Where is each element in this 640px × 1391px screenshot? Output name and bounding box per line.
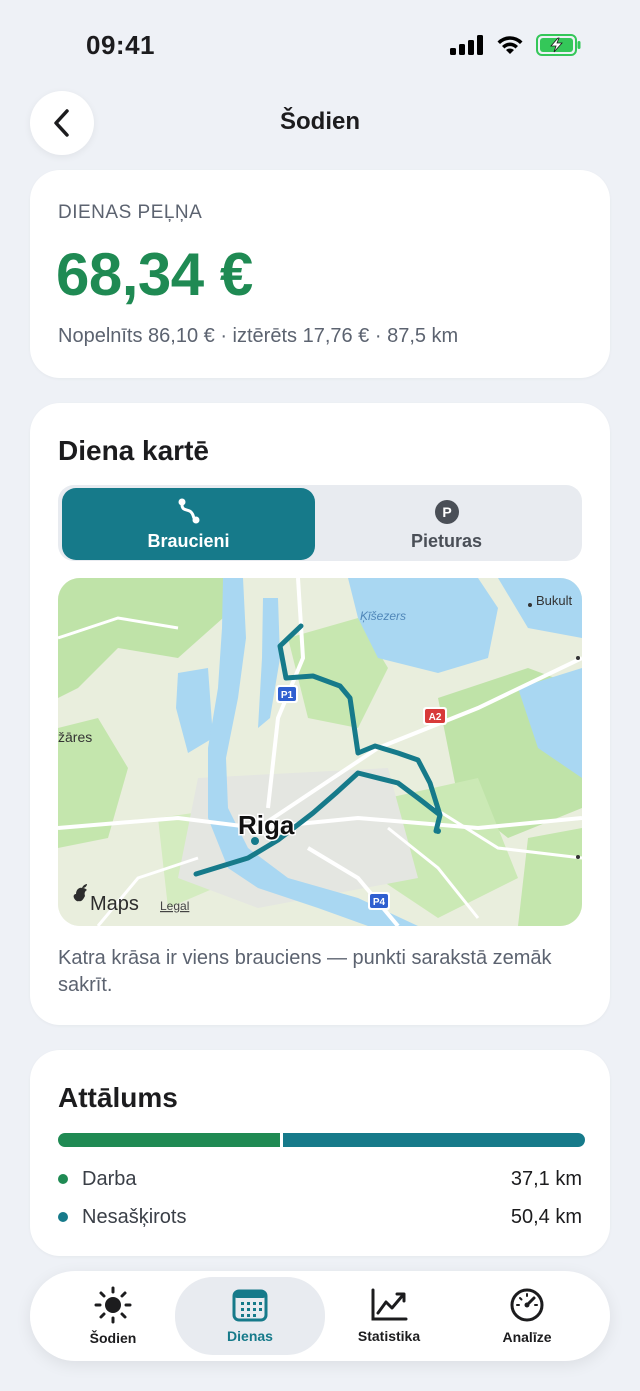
svg-text:P4: P4 [373,897,386,908]
profit-label: DIENAS PEĻŅA [58,202,203,223]
legend-label-unsorted: Nesašķirots [82,1205,187,1228]
legend-dot-unsorted [58,1212,68,1222]
profit-summary: Nopelnīts 86,10 € · iztērēts 17,76 € · 8… [58,325,459,347]
map-label-lake: Ķīšezers [360,609,406,623]
wifi-icon [497,36,523,54]
profit-value: 68,34 € [56,241,253,308]
status-bar: 09:41 [0,0,640,90]
segment-stops[interactable]: P Pieturas [320,489,573,561]
map-label-city: Riga [238,810,295,840]
status-time: 09:41 [86,30,155,60]
segment-trips[interactable]: Braucieni [62,488,315,560]
gauge-icon [510,1288,544,1322]
map-park-area [518,828,582,926]
svg-text:P1: P1 [281,690,294,701]
legend-row-work: Darba 37,1 km [58,1164,582,1194]
distance-bar-work [58,1133,281,1147]
legend-dot-work [58,1174,68,1184]
tab-days-label: Dienas [227,1328,273,1344]
map-label-district-right: Bukult [536,593,573,608]
svg-text:A2: A2 [429,712,442,723]
cellular-signal-icon [450,35,483,55]
tab-statistics[interactable]: Statistika [314,1277,464,1355]
segment-stops-label: Pieturas [410,530,483,551]
map-label-district-left: žāres [58,729,92,745]
road-sign-p1: P1 [276,685,298,703]
map-card-title: Diena kartē [58,435,209,466]
tab-statistics-label: Statistika [357,1328,421,1344]
page-title: Šodien [279,108,360,135]
tab-days[interactable]: Dienas [175,1277,325,1355]
calendar-icon [232,1289,268,1322]
map-canvas: P1 A2 P4 Ķīšezers žāres Bukult Riga Maps [58,578,582,926]
trip-point [435,828,441,834]
status-icons [450,34,582,56]
battery-icon [536,34,581,56]
sun-icon [94,1286,132,1324]
tab-analysis[interactable]: Analīze [452,1277,602,1355]
legend-row-unsorted: Nesašķirots 50,4 km [58,1202,582,1232]
tab-bar: Šodien Dienas Statistika Analīze [30,1271,610,1361]
day-map-card: Diena kartē Braucieni P Pieturas P1 A2 P… [30,403,610,1025]
daily-profit-card: DIENAS PEĻŅA 68,34 € Nopelnīts 86,10 € ·… [30,170,610,378]
tab-today[interactable]: Šodien [38,1277,188,1355]
segment-trips-label: Braucieni [147,530,230,551]
distance-title: Attālums [58,1082,178,1113]
distance-card: Attālums Darba 37,1 km Nesašķirots 50,4 … [30,1050,610,1256]
map-caption: Katra krāsa ir viens brauciens — punkti … [58,947,552,996]
chart-icon [371,1288,408,1321]
road-sign-a2: A2 [423,707,447,725]
legend-value-work: 37,1 km [510,1167,582,1190]
distance-bar [58,1133,585,1147]
map-legal-link: Legal [160,899,189,913]
route-icon [178,498,199,523]
road-sign-p4: P4 [368,892,390,910]
distance-bar-unsorted [283,1133,585,1147]
svg-text:P: P [442,504,451,520]
trip-map[interactable]: P1 A2 P4 Ķīšezers žāres Bukult Riga Maps [58,578,582,926]
map-mode-segmented-control: Braucieni P Pieturas [58,485,582,561]
maps-brand: Maps [90,893,139,915]
tab-today-label: Šodien [89,1330,137,1346]
parking-icon: P [434,499,459,524]
legend-value-unsorted: 50,4 km [510,1205,582,1228]
legend-label-work: Darba [82,1167,137,1190]
tab-analysis-label: Analīze [502,1329,552,1345]
